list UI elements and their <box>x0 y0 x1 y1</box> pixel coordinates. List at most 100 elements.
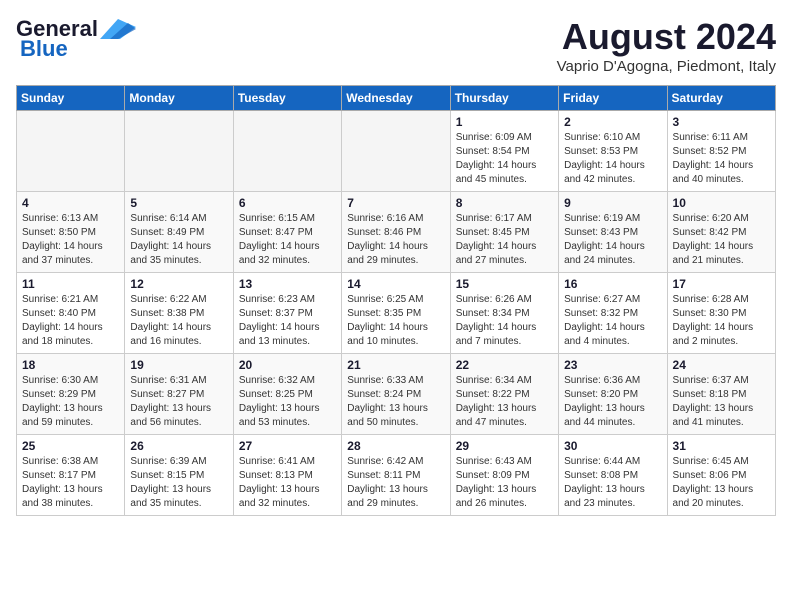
day-cell <box>233 111 341 192</box>
day-info: Sunrise: 6:14 AMSunset: 8:49 PMDaylight:… <box>130 212 227 268</box>
day-cell <box>342 111 450 192</box>
day-info: Sunrise: 6:22 AMSunset: 8:38 PMDaylight:… <box>130 293 227 349</box>
day-info: Sunrise: 6:45 AMSunset: 8:06 PMDaylight:… <box>673 455 770 511</box>
header: General Blue August 2024 Vaprio D'Agogna… <box>16 16 776 75</box>
day-number: 7 <box>347 196 444 210</box>
day-info: Sunrise: 6:44 AMSunset: 8:08 PMDaylight:… <box>564 455 661 511</box>
logo-blue: Blue <box>20 36 68 62</box>
day-number: 1 <box>456 115 553 129</box>
day-cell: 26Sunrise: 6:39 AMSunset: 8:15 PMDayligh… <box>125 435 233 516</box>
day-number: 14 <box>347 277 444 291</box>
day-info: Sunrise: 6:28 AMSunset: 8:30 PMDaylight:… <box>673 293 770 349</box>
day-info: Sunrise: 6:20 AMSunset: 8:42 PMDaylight:… <box>673 212 770 268</box>
day-info: Sunrise: 6:41 AMSunset: 8:13 PMDaylight:… <box>239 455 336 511</box>
day-number: 15 <box>456 277 553 291</box>
day-info: Sunrise: 6:26 AMSunset: 8:34 PMDaylight:… <box>456 293 553 349</box>
weekday-sunday: Sunday <box>17 86 125 111</box>
day-number: 30 <box>564 439 661 453</box>
day-info: Sunrise: 6:11 AMSunset: 8:52 PMDaylight:… <box>673 131 770 187</box>
day-cell: 31 Sunrise: 6:45 AMSunset: 8:06 PMDayligh… <box>667 435 775 516</box>
day-cell: 27 Sunrise: 6:41 AMSunset: 8:13 PMDayligh… <box>233 435 341 516</box>
day-number: 6 <box>239 196 336 210</box>
day-info: Sunrise: 6:31 AMSunset: 8:27 PMDaylight:… <box>130 374 227 430</box>
day-info: Sunrise: 6:42 AMSunset: 8:11 PMDaylight:… <box>347 455 444 511</box>
day-cell: 5 Sunrise: 6:14 AMSunset: 8:49 PMDaylight… <box>125 192 233 273</box>
day-cell: 11 Sunrise: 6:21 AMSunset: 8:40 PMDayligh… <box>17 273 125 354</box>
day-info: Sunrise: 6:13 AMSunset: 8:50 PMDaylight:… <box>22 212 119 268</box>
day-number: 9 <box>564 196 661 210</box>
day-number: 21 <box>347 358 444 372</box>
day-cell: 22 Sunrise: 6:34 AMSunset: 8:22 PMDayligh… <box>450 354 558 435</box>
day-info: Sunrise: 6:33 AMSunset: 8:24 PMDaylight:… <box>347 374 444 430</box>
day-number: 31 <box>673 439 770 453</box>
day-number: 23 <box>564 358 661 372</box>
day-cell: 2 Sunrise: 6:10 AMSunset: 8:53 PMDaylight… <box>559 111 667 192</box>
week-row-1: 1 Sunrise: 6:09 AMSunset: 8:54 PMDaylight… <box>17 111 776 192</box>
day-number: 17 <box>673 277 770 291</box>
day-number: 2 <box>564 115 661 129</box>
day-cell: 18 Sunrise: 6:30 AMSunset: 8:29 PMDayligh… <box>17 354 125 435</box>
day-info: Sunrise: 6:43 AMSunset: 8:09 PMDaylight:… <box>456 455 553 511</box>
week-row-4: 18 Sunrise: 6:30 AMSunset: 8:29 PMDayligh… <box>17 354 776 435</box>
day-info: Sunrise: 6:34 AMSunset: 8:22 PMDaylight:… <box>456 374 553 430</box>
day-info: Sunrise: 6:09 AMSunset: 8:54 PMDaylight:… <box>456 131 553 187</box>
day-number: 19 <box>130 358 227 372</box>
day-info: Sunrise: 6:10 AMSunset: 8:53 PMDaylight:… <box>564 131 661 187</box>
day-cell: 29 Sunrise: 6:43 AMSunset: 8:09 PMDayligh… <box>450 435 558 516</box>
day-number: 18 <box>22 358 119 372</box>
week-row-5: 25Sunrise: 6:38 AMSunset: 8:17 PMDayligh… <box>17 435 776 516</box>
day-number: 24 <box>673 358 770 372</box>
day-number: 10 <box>673 196 770 210</box>
weekday-wednesday: Wednesday <box>342 86 450 111</box>
day-cell: 9 Sunrise: 6:19 AMSunset: 8:43 PMDaylight… <box>559 192 667 273</box>
day-number: 16 <box>564 277 661 291</box>
month-title: August 2024 <box>557 16 776 58</box>
day-number: 4 <box>22 196 119 210</box>
day-info: Sunrise: 6:17 AMSunset: 8:45 PMDaylight:… <box>456 212 553 268</box>
day-cell: 15 Sunrise: 6:26 AMSunset: 8:34 PMDayligh… <box>450 273 558 354</box>
day-number: 22 <box>456 358 553 372</box>
day-cell: 28Sunrise: 6:42 AMSunset: 8:11 PMDayligh… <box>342 435 450 516</box>
day-number: 11 <box>22 277 119 291</box>
day-cell: 30 Sunrise: 6:44 AMSunset: 8:08 PMDayligh… <box>559 435 667 516</box>
day-cell: 13 Sunrise: 6:23 AMSunset: 8:37 PMDayligh… <box>233 273 341 354</box>
day-info: Sunrise: 6:37 AMSunset: 8:18 PMDaylight:… <box>673 374 770 430</box>
day-cell: 17 Sunrise: 6:28 AMSunset: 8:30 PMDayligh… <box>667 273 775 354</box>
day-number: 13 <box>239 277 336 291</box>
day-cell: 12 Sunrise: 6:22 AMSunset: 8:38 PMDayligh… <box>125 273 233 354</box>
day-info: Sunrise: 6:21 AMSunset: 8:40 PMDaylight:… <box>22 293 119 349</box>
day-cell: 23Sunrise: 6:36 AMSunset: 8:20 PMDayligh… <box>559 354 667 435</box>
day-number: 29 <box>456 439 553 453</box>
day-number: 8 <box>456 196 553 210</box>
day-number: 26 <box>130 439 227 453</box>
day-cell: 7 Sunrise: 6:16 AMSunset: 8:46 PMDaylight… <box>342 192 450 273</box>
day-info: Sunrise: 6:19 AMSunset: 8:43 PMDaylight:… <box>564 212 661 268</box>
day-info: Sunrise: 6:30 AMSunset: 8:29 PMDaylight:… <box>22 374 119 430</box>
day-number: 20 <box>239 358 336 372</box>
weekday-thursday: Thursday <box>450 86 558 111</box>
day-cell <box>17 111 125 192</box>
day-number: 12 <box>130 277 227 291</box>
day-info: Sunrise: 6:23 AMSunset: 8:37 PMDaylight:… <box>239 293 336 349</box>
day-cell: 1 Sunrise: 6:09 AMSunset: 8:54 PMDaylight… <box>450 111 558 192</box>
day-cell: 6 Sunrise: 6:15 AMSunset: 8:47 PMDaylight… <box>233 192 341 273</box>
day-cell: 3Sunrise: 6:11 AMSunset: 8:52 PMDaylight… <box>667 111 775 192</box>
logo-icon <box>100 19 136 39</box>
day-cell: 21 Sunrise: 6:33 AMSunset: 8:24 PMDayligh… <box>342 354 450 435</box>
day-info: Sunrise: 6:25 AMSunset: 8:35 PMDaylight:… <box>347 293 444 349</box>
day-number: 27 <box>239 439 336 453</box>
day-info: Sunrise: 6:16 AMSunset: 8:46 PMDaylight:… <box>347 212 444 268</box>
location: Vaprio D'Agogna, Piedmont, Italy <box>557 58 776 75</box>
day-cell: 10 Sunrise: 6:20 AMSunset: 8:42 PMDayligh… <box>667 192 775 273</box>
calendar-body: 1 Sunrise: 6:09 AMSunset: 8:54 PMDaylight… <box>17 111 776 516</box>
day-number: 5 <box>130 196 227 210</box>
day-cell: 4 Sunrise: 6:13 AMSunset: 8:50 PMDaylight… <box>17 192 125 273</box>
day-info: Sunrise: 6:38 AMSunset: 8:17 PMDaylight:… <box>22 455 119 511</box>
title-area: August 2024 Vaprio D'Agogna, Piedmont, I… <box>557 16 776 75</box>
day-cell: 20Sunrise: 6:32 AMSunset: 8:25 PMDayligh… <box>233 354 341 435</box>
calendar: SundayMondayTuesdayWednesdayThursdayFrid… <box>16 85 776 516</box>
day-info: Sunrise: 6:15 AMSunset: 8:47 PMDaylight:… <box>239 212 336 268</box>
day-cell: 24 Sunrise: 6:37 AMSunset: 8:18 PMDayligh… <box>667 354 775 435</box>
weekday-friday: Friday <box>559 86 667 111</box>
day-cell <box>125 111 233 192</box>
